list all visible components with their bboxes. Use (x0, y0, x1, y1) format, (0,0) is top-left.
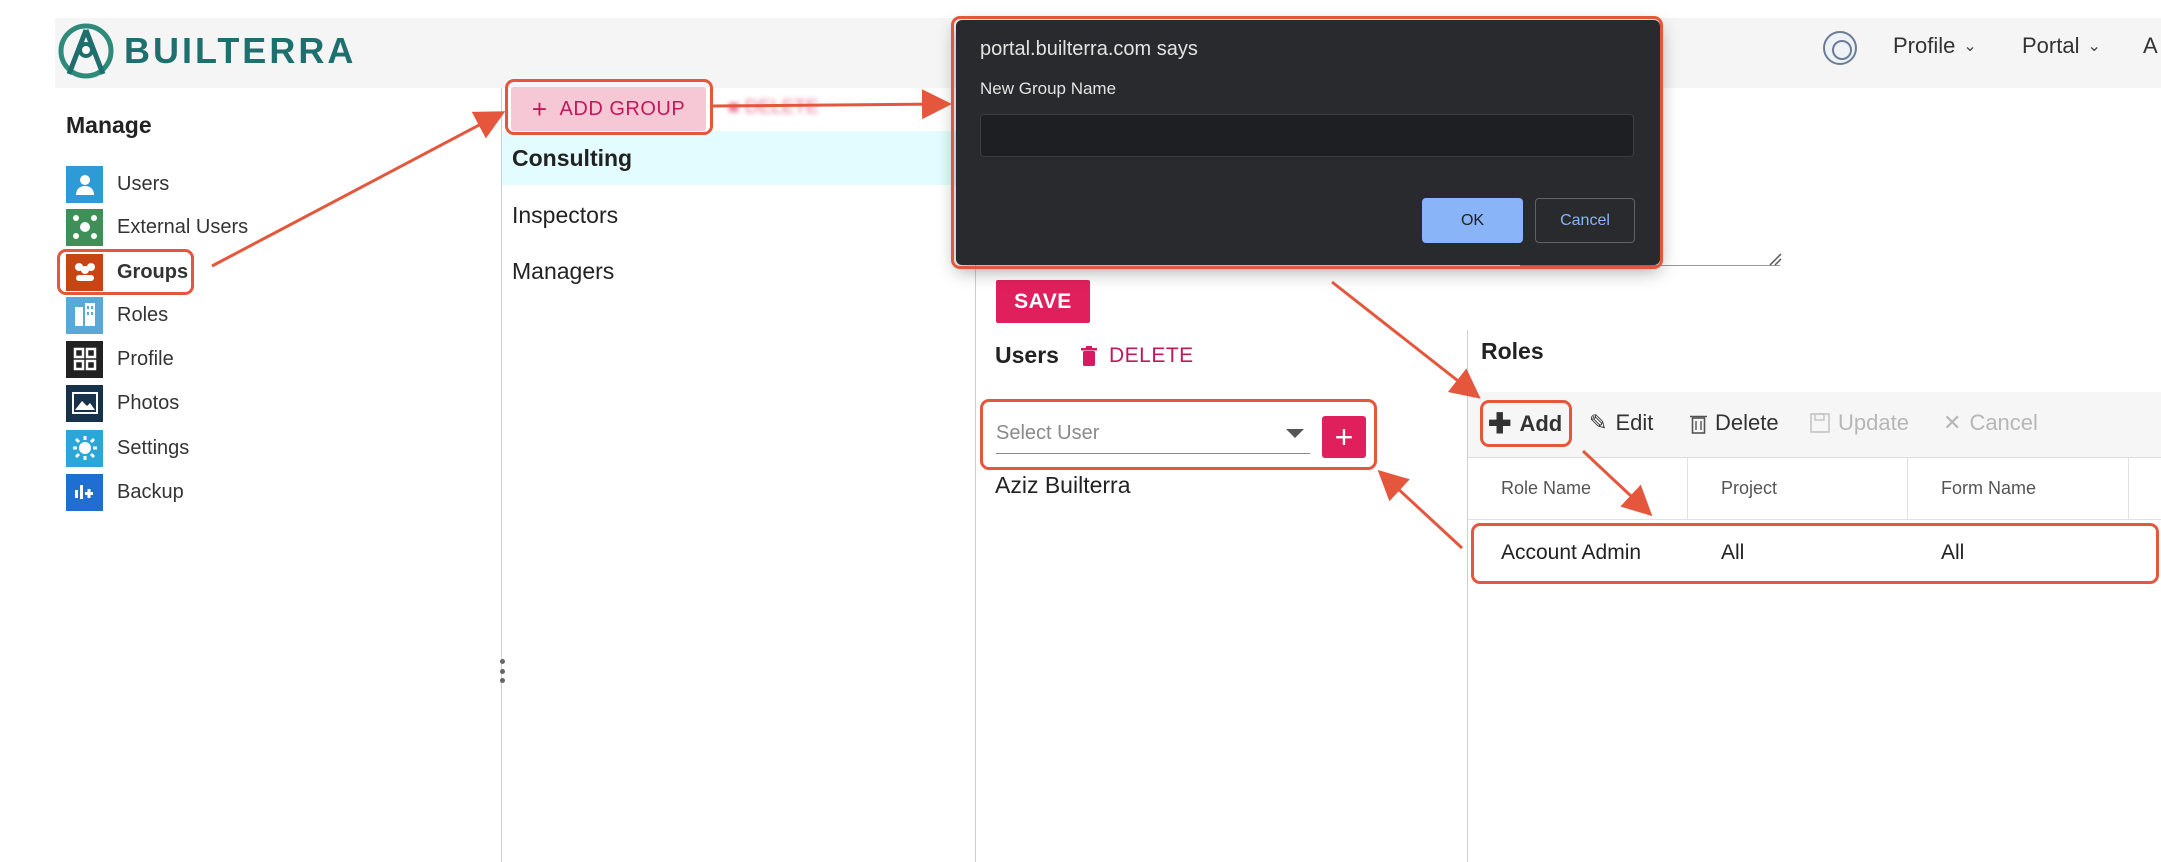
nav-portal-label: Portal (2022, 33, 2080, 58)
image-icon (66, 384, 103, 422)
trash-icon (1690, 415, 1707, 434)
delete-group-label: DELETE (744, 97, 819, 118)
roles-delete-button[interactable]: Delete (1690, 410, 1779, 436)
column-separator (2128, 458, 2129, 520)
roles-cancel-label: Cancel (1969, 410, 2038, 435)
sidebar-item-label: Roles (117, 303, 169, 326)
highlight-dialog (951, 16, 1663, 269)
grid-icon (66, 340, 103, 378)
sidebar-item-label: Profile (117, 347, 174, 370)
group-item-label: Inspectors (512, 201, 619, 228)
user-icon (66, 165, 103, 203)
group-item-label: Managers (512, 257, 615, 284)
sidebar-item-label: Users (117, 172, 170, 195)
nav-profile-label: Profile (1893, 33, 1956, 58)
roles-update-label: Update (1838, 410, 1909, 435)
delete-group-button[interactable]: ■ DELETE (728, 97, 819, 119)
arrow-dialog-to-add-role (1331, 280, 1481, 399)
users-section-title: Users (995, 342, 1059, 368)
sidebar-item-label: Settings (117, 436, 190, 459)
roles-delete-label: Delete (1715, 410, 1779, 435)
highlight-user-select (980, 399, 1377, 470)
column-header-project[interactable]: Project (1721, 478, 1777, 499)
x-icon: ✕ (1943, 410, 1962, 435)
group-item-managers[interactable]: Managers (502, 244, 972, 298)
column-header-role-name[interactable]: Role Name (1501, 478, 1591, 499)
highlight-role-row (1471, 523, 2159, 584)
roles-cancel-button[interactable]: ✕ Cancel (1943, 410, 2038, 436)
sidebar-item-photos[interactable]: Photos (66, 384, 179, 422)
delete-user-label: DELETE (1109, 344, 1194, 367)
delete-user-button[interactable]: DELETE (1081, 344, 1194, 368)
gear-icon (66, 429, 103, 467)
resize-grip-icon[interactable] (1768, 252, 1782, 266)
sidebar-item-profile[interactable]: Profile (66, 340, 174, 378)
roles-edit-button[interactable]: ✎ Edit (1589, 410, 1653, 436)
sidebar-item-label: Photos (117, 391, 180, 414)
chevron-down-icon: ⌄ (2087, 38, 2101, 55)
city-seal-icon[interactable] (1823, 31, 1857, 65)
pencil-icon: ✎ (1589, 410, 1608, 435)
column-header-form-name[interactable]: Form Name (1941, 478, 2036, 499)
highlight-add-group (505, 79, 713, 135)
sidebar-item-settings[interactable]: Settings (66, 429, 189, 467)
trash-icon (1081, 346, 1097, 366)
nav-account-label: A (2143, 33, 2158, 58)
sidebar-heading: Manage (66, 112, 152, 138)
builterra-logo-icon (58, 23, 114, 79)
backup-icon (66, 473, 103, 511)
sidebar-item-roles[interactable]: Roles (66, 296, 168, 334)
chevron-down-icon: ⌄ (1963, 38, 1977, 55)
roles-edit-label: Edit (1615, 410, 1654, 435)
sidebar-item-external-users[interactable]: External Users (66, 208, 248, 246)
save-icon (1810, 413, 1830, 433)
network-icon (66, 208, 103, 246)
save-button[interactable]: SAVE (996, 280, 1090, 323)
nav-profile-menu[interactable]: Profile ⌄ (1893, 33, 1977, 59)
arrow-row-to-user-select (1377, 469, 1464, 550)
sidebar-item-label: External Users (117, 215, 249, 238)
group-item-inspectors[interactable]: Inspectors (502, 188, 972, 242)
user-list-item[interactable]: Aziz Builterra (995, 472, 1130, 499)
highlight-add-role (1480, 400, 1572, 447)
nav-portal-menu[interactable]: Portal ⌄ (2022, 33, 2101, 59)
brand-name: BUILTERRA (124, 30, 357, 71)
sidebar-item-backup[interactable]: Backup (66, 473, 184, 511)
highlight-groups (57, 249, 194, 295)
sidebar-item-label: Backup (117, 480, 184, 503)
nav-account-menu[interactable]: A (2143, 33, 2158, 59)
sidebar-item-users[interactable]: Users (66, 165, 169, 203)
splitter-handle[interactable] (499, 659, 505, 683)
building-icon (66, 296, 103, 334)
arrow-groups-to-add-group (211, 111, 506, 268)
group-item-label: Consulting (512, 144, 633, 171)
column-separator (1907, 458, 1908, 520)
group-item-consulting[interactable]: Consulting (502, 131, 972, 185)
column-separator (1687, 458, 1688, 520)
trash-icon: ■ (728, 97, 740, 118)
roles-section-title: Roles (1481, 338, 1544, 364)
roles-update-button[interactable]: Update (1810, 410, 1909, 436)
